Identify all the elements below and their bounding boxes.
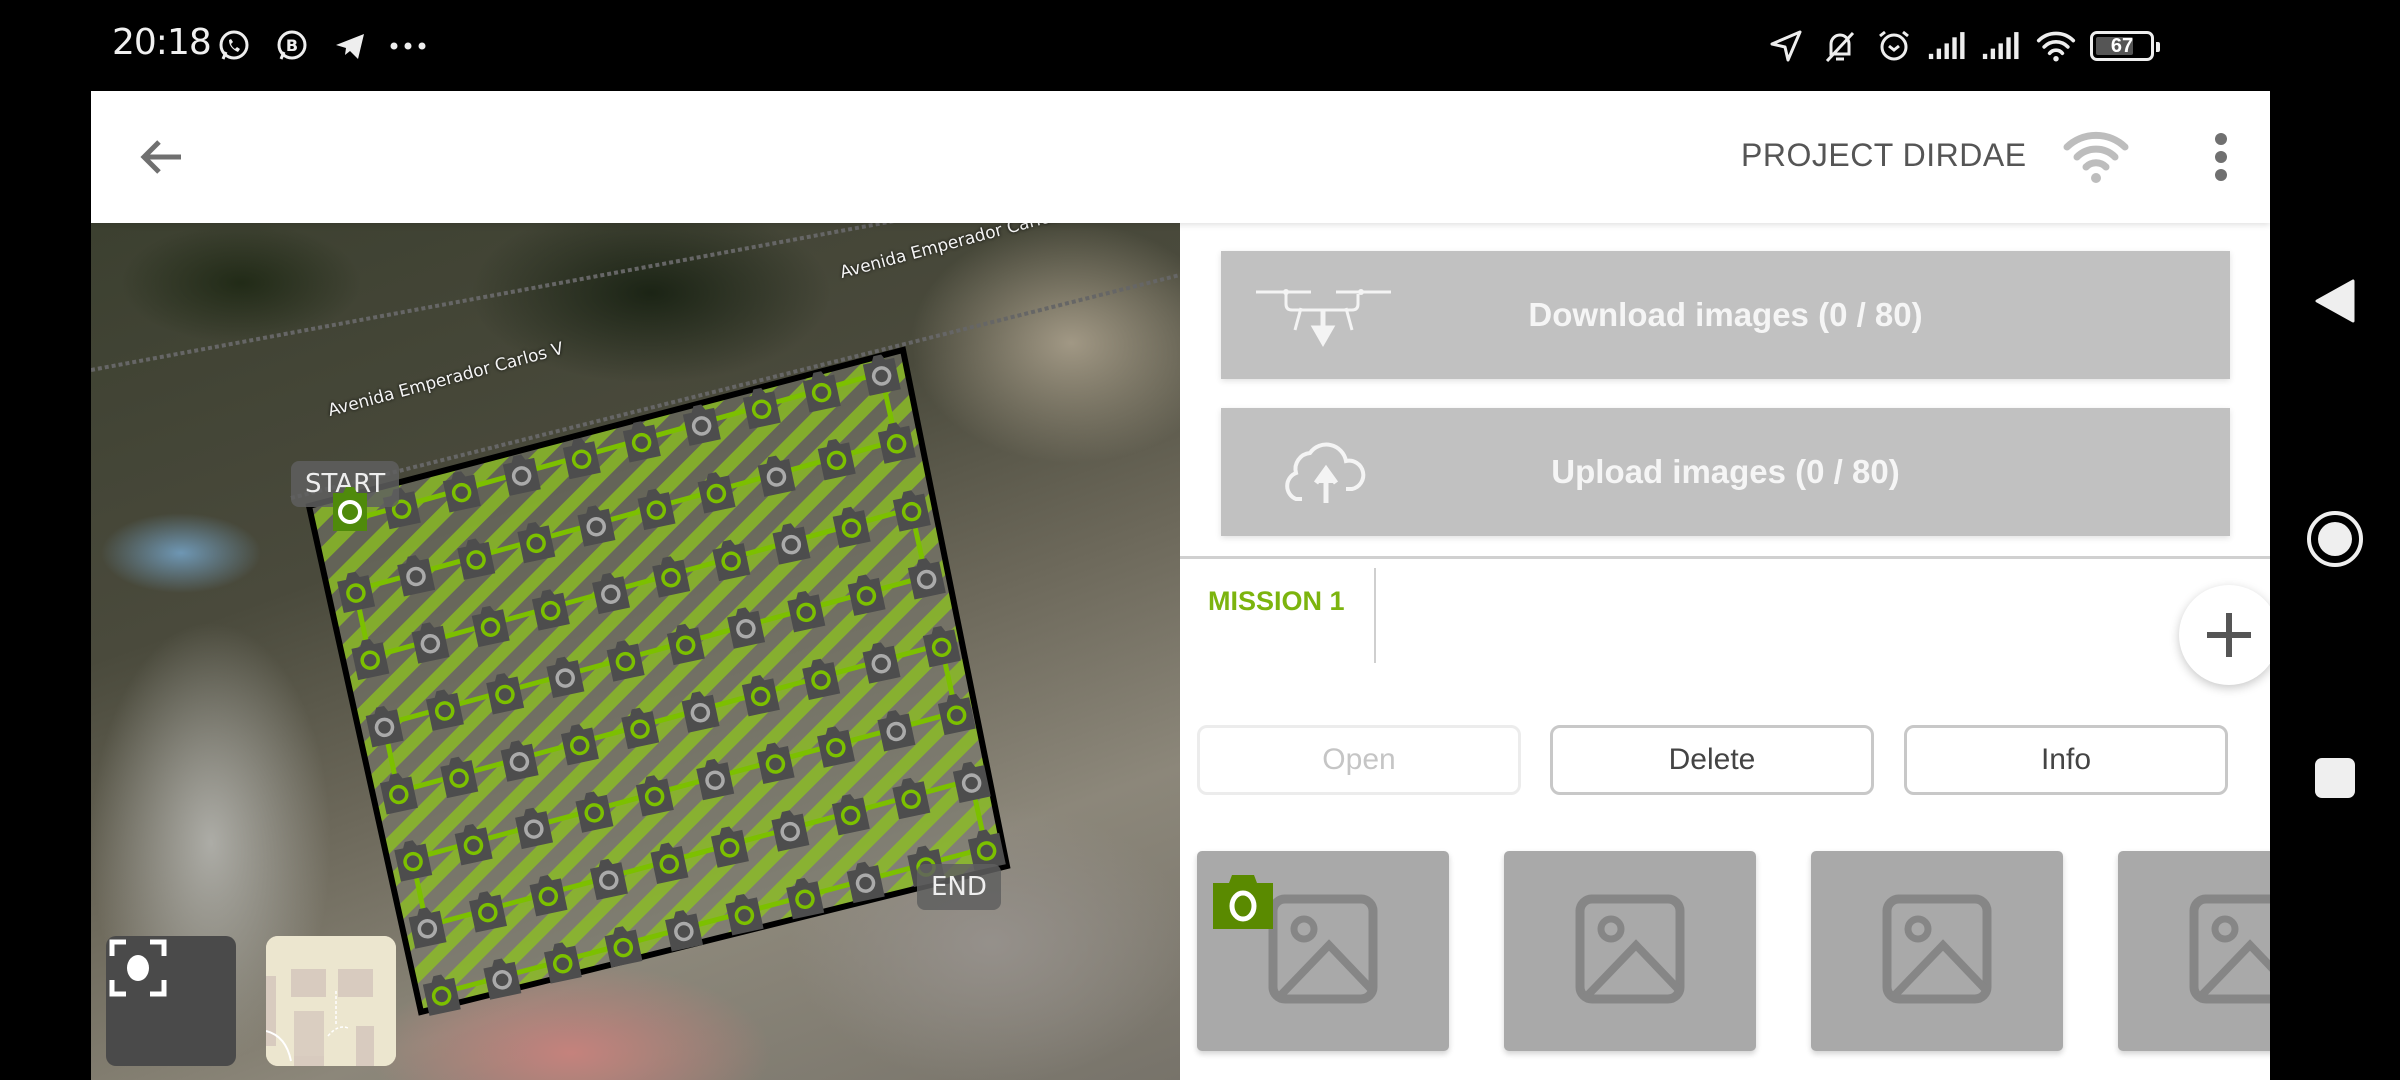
nav-home-icon [2307, 511, 2363, 567]
map-overlay [91, 223, 1180, 1016]
section-divider [1180, 556, 2270, 559]
svg-text:B: B [286, 36, 298, 55]
tab-separator [1374, 568, 1376, 663]
map-layer-thumbnail [266, 936, 396, 1066]
wifi-icon [2036, 26, 2076, 66]
download-images-label: Download images (0 / 80) [1528, 296, 1923, 333]
connection-status-button[interactable] [2061, 127, 2131, 187]
navigation-bar [2270, 0, 2400, 1080]
telegram-icon [330, 26, 370, 66]
locate-button[interactable] [106, 936, 236, 1066]
location-icon [1766, 26, 1806, 66]
status-time: 20:18 [112, 22, 212, 63]
project-title: PROJECT DIRDAE [1741, 137, 2027, 173]
alarm-icon [1874, 26, 1914, 66]
start-waypoint-marker[interactable] [329, 483, 371, 535]
nav-back-icon [2315, 279, 2355, 323]
image-thumbnail[interactable] [1197, 851, 1449, 1051]
info-button[interactable]: Info [1904, 725, 2228, 795]
end-label: END [917, 864, 1001, 910]
mission-panel: Download images (0 / 80) Upload images (… [1180, 223, 2270, 1080]
nav-back-button[interactable] [2305, 271, 2365, 331]
map-layer-button[interactable] [266, 936, 396, 1066]
arrow-back-icon [140, 140, 181, 174]
nav-recents-icon [2315, 758, 2355, 798]
open-button[interactable]: Open [1197, 725, 1521, 795]
image-thumbnail[interactable] [2118, 851, 2270, 1051]
image-placeholder-icon [1268, 894, 1378, 1004]
more-notifications-icon [388, 26, 428, 66]
more-options-button[interactable] [2201, 127, 2241, 187]
nav-recents-button[interactable] [2305, 748, 2365, 808]
screen: 20:18 B 67 PROJECT DIRDAE Avenida Empera… [0, 0, 2400, 1080]
app-window: PROJECT DIRDAE Avenida Emperador Carlos … [91, 91, 2270, 1080]
app-header: PROJECT DIRDAE [91, 91, 2270, 223]
back-button[interactable] [131, 127, 191, 187]
camera-icon [1213, 875, 1273, 929]
status-bar: 20:18 B 67 [0, 0, 2400, 91]
more-vert-icon [2215, 133, 2227, 181]
image-placeholder-icon [1882, 894, 1992, 1004]
whatsapp-icon [214, 26, 254, 66]
center-focus-icon [109, 939, 167, 997]
road-line [91, 223, 895, 372]
image-placeholder-icon [1575, 894, 1685, 1004]
battery-indicator: 67 [2090, 31, 2160, 61]
image-placeholder-icon [2189, 894, 2270, 1004]
bell-muted-icon [1820, 26, 1860, 66]
nav-home-button[interactable] [2305, 509, 2365, 569]
upload-images-button[interactable]: Upload images (0 / 80) [1221, 408, 2230, 536]
delete-button[interactable]: Delete [1550, 725, 1874, 795]
signal-sim2-icon [1982, 26, 2022, 66]
download-images-button[interactable]: Download images (0 / 80) [1221, 251, 2230, 379]
upload-images-label: Upload images (0 / 80) [1551, 453, 1900, 490]
image-thumbnail[interactable] [1811, 851, 2063, 1051]
whatsapp-business-icon: B [272, 26, 312, 66]
signal-sim1-icon [1928, 26, 1968, 66]
add-mission-button[interactable] [2179, 585, 2270, 685]
tab-mission-1[interactable]: MISSION 1 [1208, 586, 1345, 617]
plus-icon [2207, 613, 2251, 657]
image-thumbnail[interactable] [1504, 851, 1756, 1051]
battery-level: 67 [2110, 34, 2134, 57]
wifi-icon [2063, 131, 2129, 183]
map-view[interactable]: Avenida Emperador Carlos V Avenida Emper… [91, 223, 1180, 1080]
